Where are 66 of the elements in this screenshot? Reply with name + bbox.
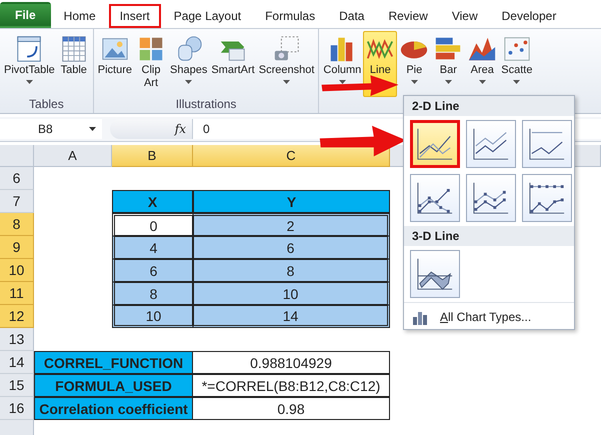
ribbon-button[interactable]: SmartArt xyxy=(209,31,257,97)
menu-section-title: 2-D Line xyxy=(404,96,574,116)
column-header[interactable]: B xyxy=(112,145,193,167)
table-cell: 0.98 xyxy=(193,397,390,420)
bar-chart-icon xyxy=(412,309,430,325)
name-box[interactable]: B8 xyxy=(0,119,102,139)
table-cell: 6 xyxy=(193,236,390,259)
line-chart-option[interactable] xyxy=(410,174,460,222)
table-cell: 14 xyxy=(193,305,390,328)
group-label: Illustrations xyxy=(174,97,238,113)
row-header[interactable]: 14 xyxy=(0,351,34,374)
ribbon-button[interactable]: Screenshot xyxy=(256,31,316,97)
table-cell: 4 xyxy=(112,236,193,259)
ribbon-tab[interactable]: Data xyxy=(328,4,376,28)
ribbon-tab[interactable]: Review xyxy=(377,4,439,28)
row-header[interactable]: 16 xyxy=(0,397,34,420)
ribbon-tab[interactable]: Formulas xyxy=(254,4,326,28)
table-cell: CORREL_FUNCTION xyxy=(34,351,193,374)
line-chart-option[interactable] xyxy=(410,250,460,298)
table-cell: *=CORREL(B8:B12,C8:C12) xyxy=(193,374,390,397)
ribbon-tab[interactable]: Page Layout xyxy=(162,4,252,28)
ribbon-button[interactable]: Shapes xyxy=(168,31,210,97)
ribbon-button[interactable]: Table xyxy=(56,31,91,97)
ribbon-button[interactable]: PivotTable xyxy=(2,31,57,97)
line-chart-option[interactable] xyxy=(410,120,460,168)
ribbon-tab[interactable]: Home xyxy=(52,4,107,28)
ribbon-tab[interactable]: View xyxy=(440,4,489,28)
ribbon-button[interactable]: Picture xyxy=(96,31,134,97)
column-header[interactable]: A xyxy=(34,145,112,167)
row-header[interactable]: 8 xyxy=(0,213,34,236)
ribbon-tab[interactable]: Insert xyxy=(108,4,161,28)
ribbon-tab[interactable]: Developer xyxy=(490,4,568,28)
line-chart-option[interactable] xyxy=(466,174,516,222)
file-tab[interactable]: File xyxy=(0,2,51,28)
insert-function-button[interactable]: fx xyxy=(174,122,186,136)
line-chart-option[interactable] xyxy=(522,120,572,168)
table-cell: 0.988104929 xyxy=(193,351,390,374)
ribbon-button[interactable]: Clip Art xyxy=(134,31,168,97)
all-chart-types-link[interactable]: All Chart Types... xyxy=(440,310,532,324)
line-chart-option[interactable] xyxy=(522,174,572,222)
row-header[interactable]: 11 xyxy=(0,282,34,305)
table-cell: 10 xyxy=(112,305,193,328)
ribbon-button[interactable]: Bar xyxy=(431,31,466,97)
column-header[interactable]: C xyxy=(193,145,390,167)
table-cell: 6 xyxy=(112,259,193,282)
row-header[interactable]: 6 xyxy=(0,167,34,190)
table-cell: 2 xyxy=(193,213,390,236)
row-header[interactable]: 12 xyxy=(0,305,34,328)
row-header[interactable]: 13 xyxy=(0,328,34,351)
menu-section-title: 3-D Line xyxy=(404,226,574,246)
row-header[interactable]: 7 xyxy=(0,190,34,213)
line-chart-option[interactable] xyxy=(466,120,516,168)
table-cell: Correlation coefficient xyxy=(34,397,193,420)
table-cell: FORMULA_USED xyxy=(34,374,193,397)
table-cell: 0 xyxy=(112,213,193,236)
ribbon-button[interactable]: Scatte xyxy=(499,31,534,97)
table-header-cell: Y xyxy=(193,190,390,213)
ribbon-button[interactable]: Column xyxy=(321,31,364,97)
row-header[interactable]: 9 xyxy=(0,236,34,259)
table-cell: 8 xyxy=(112,282,193,305)
table-cell: 10 xyxy=(193,282,390,305)
row-header[interactable]: 10 xyxy=(0,259,34,282)
group-label: Tables xyxy=(28,97,65,113)
row-header[interactable]: 15 xyxy=(0,374,34,397)
table-cell: 8 xyxy=(193,259,390,282)
table-header-cell: X xyxy=(112,190,193,213)
